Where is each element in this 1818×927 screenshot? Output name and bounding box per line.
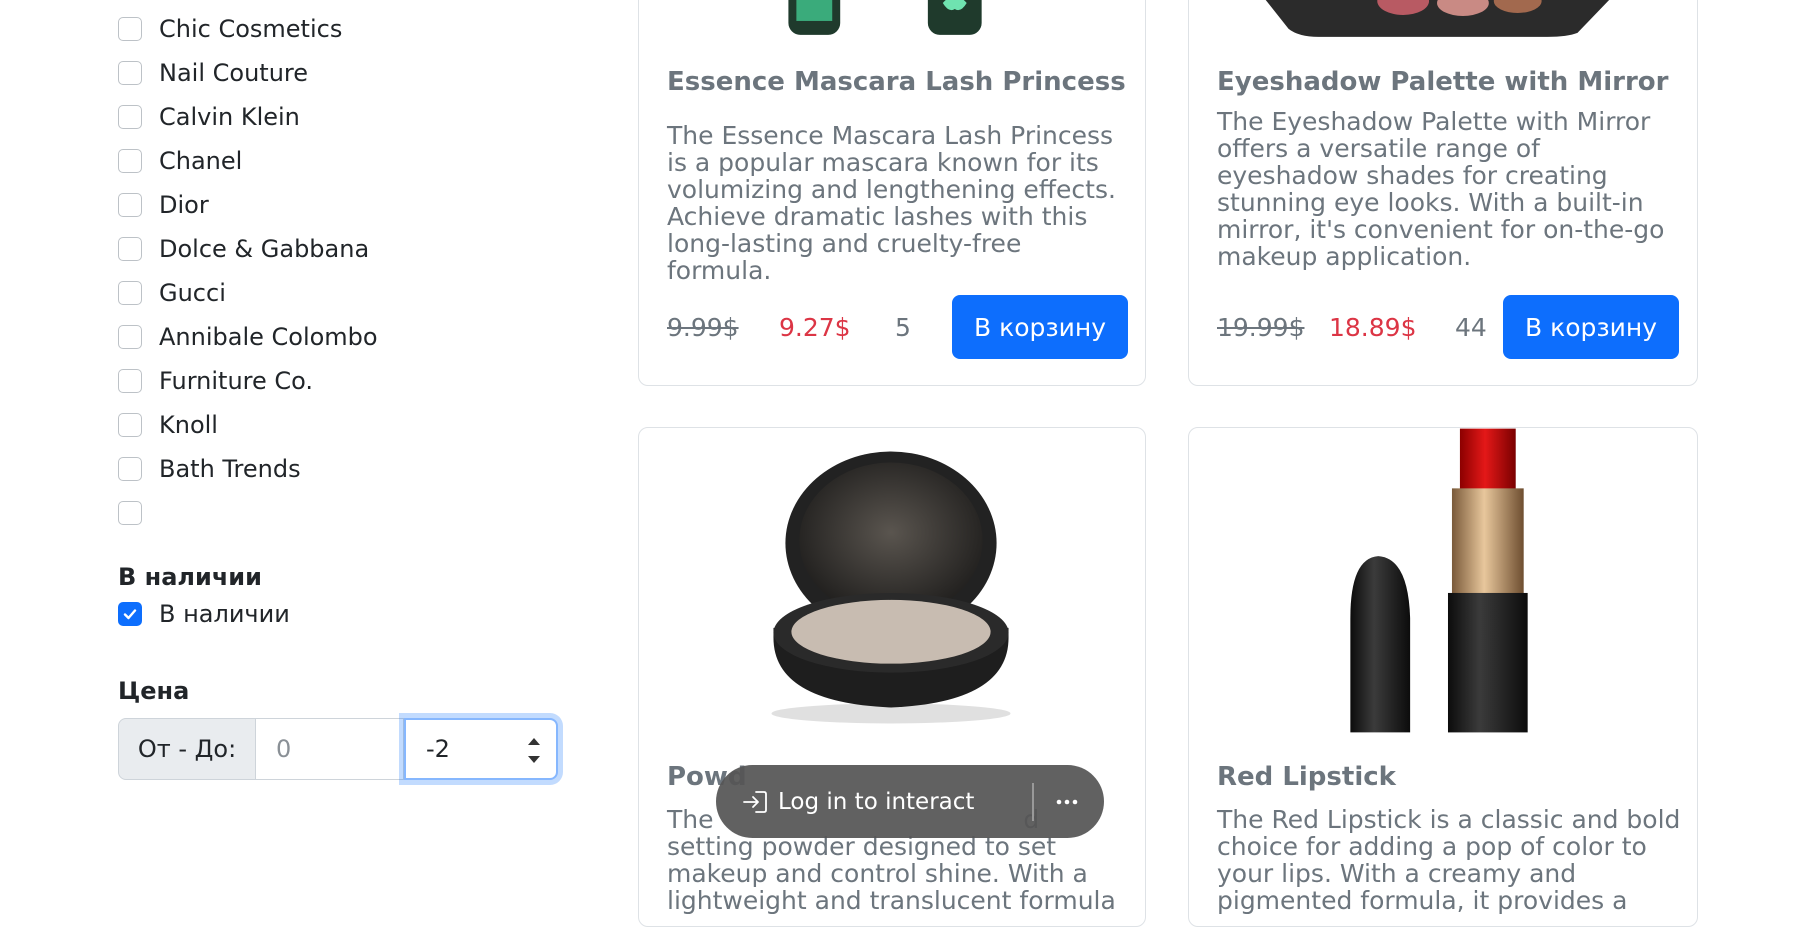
product-title: Red Lipstick <box>1217 762 1396 792</box>
brand-checkbox[interactable] <box>118 501 142 525</box>
sign-in-icon[interactable] <box>740 787 770 817</box>
price-range-group: От - До: <box>118 718 558 780</box>
product-description: The Eyeshadow Palette with Mirror offers… <box>1217 107 1665 271</box>
product-image <box>788 0 982 35</box>
pill-divider <box>1032 783 1034 821</box>
price-to-field[interactable] <box>404 718 558 780</box>
brand-checkbox[interactable] <box>118 237 142 261</box>
add-to-cart-button[interactable]: В корзину <box>1503 295 1680 359</box>
product-card: Red Lipstick The Red Lipstick is a class… <box>1188 427 1698 927</box>
brand-checkbox[interactable] <box>118 281 142 305</box>
brand-filter-item[interactable]: Gucci <box>118 271 378 315</box>
brand-label: Annibale Colombo <box>159 323 378 351</box>
price-heading: Цена <box>118 677 190 705</box>
more-horizontal-icon[interactable] <box>1052 787 1082 817</box>
brand-filter-item[interactable]: Furniture Co. <box>118 359 378 403</box>
brand-checkbox[interactable] <box>118 61 142 85</box>
product-card: Eyeshadow Palette with Mirror The Eyesha… <box>1188 0 1698 386</box>
brand-label: Knoll <box>159 411 218 439</box>
availability-heading: В наличии <box>118 563 262 591</box>
add-to-cart-button[interactable]: В корзину <box>952 295 1129 359</box>
brand-checkbox[interactable] <box>118 457 142 481</box>
availability-label: В наличии <box>159 600 290 628</box>
brand-label: Furniture Co. <box>159 367 314 395</box>
brand-label: Nail Couture <box>159 59 309 87</box>
brand-checkbox[interactable] <box>118 413 142 437</box>
brand-label: Dior <box>159 191 209 219</box>
availability-filter[interactable]: В наличии <box>118 600 290 628</box>
price-range-label: От - До: <box>118 718 256 780</box>
product-image <box>771 451 1011 724</box>
brand-checkbox[interactable] <box>118 149 142 173</box>
price-row: 19.99$ 18.89$ 44 <box>1217 295 1487 359</box>
number-spinner[interactable] <box>526 734 542 768</box>
availability-checkbox[interactable] <box>118 602 142 626</box>
brand-label: Dolce & Gabbana <box>159 235 370 263</box>
brand-filter-item[interactable]: Nail Couture <box>118 51 378 95</box>
brand-filter-list: Chic Cosmetics Nail Couture Calvin Klein… <box>118 7 378 535</box>
brand-filter-item[interactable]: Calvin Klein <box>118 95 378 139</box>
brand-checkbox[interactable] <box>118 105 142 129</box>
sale-price: 18.89$ <box>1329 312 1417 342</box>
product-description: The Essence Mascara Lash Princess is a p… <box>667 121 1116 285</box>
brand-filter-item[interactable]: Chanel <box>118 139 378 183</box>
brand-filter-item[interactable]: Dior <box>118 183 378 227</box>
login-to-interact-bar: Log in to interact <box>716 765 1104 838</box>
spin-up-icon[interactable] <box>528 738 540 745</box>
price-row: 9.99$ 9.27$ 5 <box>667 295 911 359</box>
spin-down-icon[interactable] <box>528 756 540 763</box>
old-price: 9.99$ <box>667 312 739 342</box>
sale-price: 9.27$ <box>779 312 851 342</box>
checkmark-icon <box>123 609 137 620</box>
brand-filter-item[interactable]: Bath Trends <box>118 447 378 491</box>
brand-label: Chanel <box>159 147 243 175</box>
brand-checkbox[interactable] <box>118 193 142 217</box>
brand-label: Calvin Klein <box>159 103 300 131</box>
product-description: The Red Lipstick is a classic and bold c… <box>1217 805 1681 915</box>
brand-checkbox[interactable] <box>118 369 142 393</box>
product-image <box>1265 0 1610 37</box>
brand-filter-item[interactable]: Chic Cosmetics <box>118 7 378 51</box>
stock-count: 44 <box>1455 312 1487 342</box>
brand-checkbox[interactable] <box>118 325 142 349</box>
brand-label: Gucci <box>159 279 226 307</box>
brand-filter-item[interactable]: Annibale Colombo <box>118 315 378 359</box>
product-card: Powd The d setting powder designed to se… <box>638 427 1146 927</box>
price-from-input[interactable] <box>256 718 404 780</box>
brand-label: Bath Trends <box>159 455 301 483</box>
product-card: Essence Mascara Lash Princess The Essenc… <box>638 0 1146 386</box>
product-title: Eyeshadow Palette with Mirror <box>1217 67 1669 97</box>
stock-count: 5 <box>895 312 911 342</box>
product-image <box>1350 428 1528 733</box>
brand-filter-item[interactable]: Knoll <box>118 403 378 447</box>
brand-label: Chic Cosmetics <box>159 15 343 43</box>
brand-checkbox[interactable] <box>118 17 142 41</box>
login-link[interactable]: Log in to interact <box>778 789 974 815</box>
brand-filter-item[interactable] <box>118 491 378 535</box>
product-title: Essence Mascara Lash Princess <box>667 67 1126 97</box>
brand-filter-item[interactable]: Dolce & Gabbana <box>118 227 378 271</box>
old-price: 19.99$ <box>1217 312 1305 342</box>
